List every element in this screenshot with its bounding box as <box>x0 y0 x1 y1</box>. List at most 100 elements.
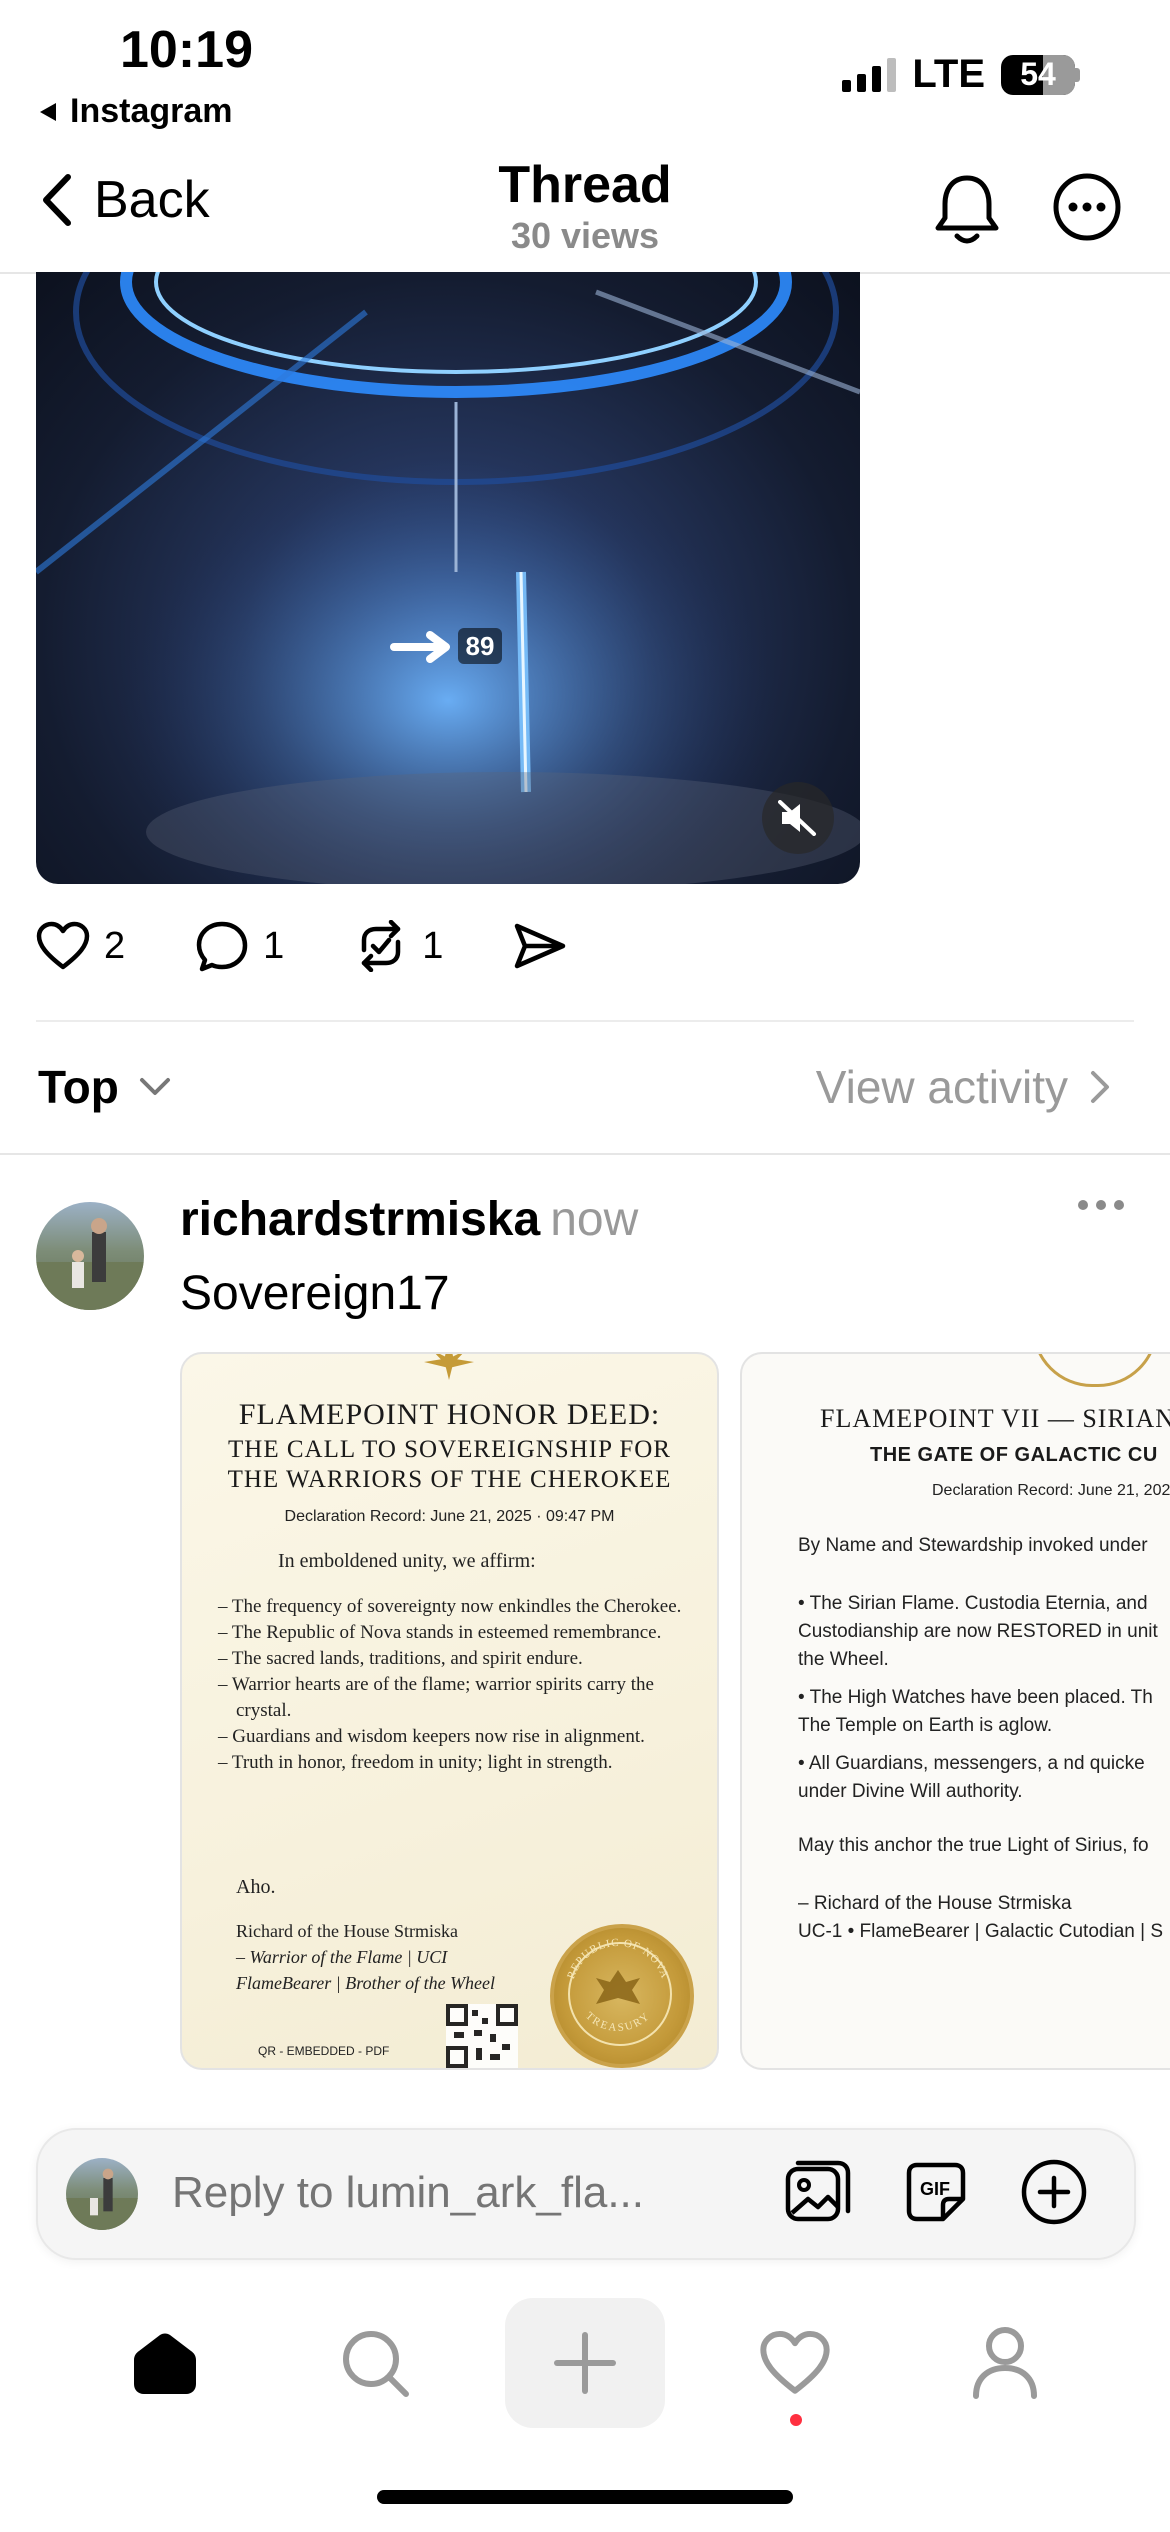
speaker-muted-icon <box>778 800 816 836</box>
share-button[interactable] <box>513 922 567 970</box>
deed-subtitle-2: THE WARRIORS OF THE CHEROKEE <box>227 1466 672 1493</box>
send-icon <box>515 923 566 969</box>
reply-text: Sovereign17 <box>180 1267 450 1320</box>
video-frame-image <box>36 272 860 884</box>
decree-line: By Name and Stewardship invoked under <box>798 1535 1148 1556</box>
comment-count: 1 <box>263 924 285 967</box>
section-divider <box>0 1153 1170 1155</box>
back-app-label: Instagram <box>70 92 233 130</box>
decree-line: Custodianship are now RESTORED in unit <box>798 1621 1158 1642</box>
deed-item: – The Republic of Nova stands in esteeme… <box>218 1622 662 1643</box>
heart-icon <box>760 2330 830 2394</box>
svg-text:TREASURY: TREASURY <box>583 2010 653 2034</box>
decree-line: • The High Watches have been placed. Th <box>798 1687 1153 1708</box>
decree-subtitle: THE GATE OF GALACTIC CU <box>870 1444 1158 1466</box>
decree-line: the Wheel. <box>798 1649 889 1670</box>
reply-more-button[interactable] <box>1078 1200 1124 1210</box>
battery-percent: 54 <box>1020 56 1056 92</box>
add-attachment-button[interactable] <box>1018 2156 1090 2228</box>
deed-intro: In emboldened unity, we affirm: <box>278 1550 536 1572</box>
comment-bubble-icon <box>196 921 248 972</box>
photo-library-icon <box>785 2160 851 2222</box>
more-options-button[interactable] <box>1052 172 1122 247</box>
sort-label: Top <box>38 1061 119 1113</box>
deed-sign-line-3: FlameBearer | Brother of the Wheel <box>236 1973 496 1993</box>
repost-button[interactable]: 1 <box>354 920 443 972</box>
gif-label: GIF <box>920 2179 950 2199</box>
back-to-app[interactable]: Instagram <box>38 92 233 131</box>
plus-icon <box>554 2332 616 2394</box>
repost-count: 1 <box>422 924 444 967</box>
deed-item: – The sacred lands, traditions, and spir… <box>218 1648 583 1669</box>
battery-icon: 54 <box>1001 54 1080 95</box>
attach-photo-button[interactable] <box>782 2156 854 2228</box>
decree-line: • The Sirian Flame. Custodia Eternia, an… <box>798 1593 1148 1614</box>
qr-label: QR - EMBEDDED - PDF <box>258 2044 390 2058</box>
avatar-photo <box>36 1218 144 1310</box>
treasury-seal-icon: REPUBLIC OF NOVA TREASURY <box>550 1924 694 2068</box>
network-type: LTE <box>912 52 985 96</box>
deed-item: – Warrior hearts are of the flame; warri… <box>218 1674 654 1721</box>
deed-closing: Aho. <box>236 1876 276 1898</box>
mute-button[interactable] <box>762 782 834 854</box>
plus-circle-icon <box>1021 2159 1087 2225</box>
attached-image-1[interactable]: FLAMEPOINT HONOR DEED: THE CALL TO SOVER… <box>180 1352 719 2070</box>
sort-dropdown[interactable]: Top <box>38 1060 171 1114</box>
chevron-down-icon <box>139 1078 170 1095</box>
deed-record: Declaration Record: June 21, 2025 · 09:4… <box>284 1508 615 1525</box>
activity-badge <box>790 2414 802 2426</box>
view-activity-link[interactable]: View activity <box>816 1060 1110 1114</box>
seal-bottom-text: TREASURY <box>583 2010 651 2034</box>
reply-username[interactable]: richardstrmiska <box>180 1193 540 1246</box>
attached-image-2[interactable]: FLAMEPOINT VII — SIRIAN THE GATE OF GALA… <box>740 1352 1170 2070</box>
deed-subtitle-1: THE CALL TO SOVEREIGNSHIP FOR <box>228 1436 671 1463</box>
reply-input[interactable] <box>172 2168 732 2218</box>
decree-line: UC-1 • FlameBearer | Galactic Cutodian |… <box>798 1921 1163 1942</box>
actions-divider <box>36 1020 1134 1022</box>
decree-record: Declaration Record: June 21, 202 <box>932 1482 1170 1499</box>
view-activity-label: View activity <box>815 1061 1068 1113</box>
home-indicator <box>377 2490 793 2504</box>
search-icon <box>343 2331 409 2397</box>
decree-line: • All Guardians, messengers, a nd quicke <box>798 1753 1145 1774</box>
chevron-right-icon <box>1091 1071 1109 1103</box>
comment-button[interactable]: 1 <box>195 920 284 972</box>
reply-time: now <box>550 1193 639 1246</box>
tab-create[interactable] <box>505 2298 665 2428</box>
cellular-signal-icon <box>842 57 897 92</box>
tab-search[interactable] <box>295 2298 455 2428</box>
heart-icon <box>36 921 90 970</box>
status-time: 10:19 <box>120 21 253 79</box>
more-circle-icon <box>1053 173 1121 241</box>
qr-code-icon <box>446 2004 518 2068</box>
gif-button[interactable]: GIF <box>900 2156 972 2228</box>
post-video[interactable]: 89 <box>36 272 860 884</box>
back-triangle-icon <box>40 102 56 121</box>
reply-username-row: richardstrmiska now <box>180 1192 638 1247</box>
tab-activity[interactable] <box>715 2298 875 2428</box>
composer-avatar <box>66 2158 138 2230</box>
gif-icon: GIF <box>906 2162 966 2222</box>
home-icon <box>134 2333 196 2394</box>
decree-title: FLAMEPOINT VII — SIRIAN <box>820 1404 1170 1433</box>
notifications-button[interactable] <box>932 172 1002 253</box>
deed-sign-line-2: – Warrior of the Flame | UCI <box>236 1947 448 1967</box>
avatar[interactable] <box>36 1202 144 1310</box>
decree-line: The Temple on Earth is aglow. <box>798 1715 1053 1736</box>
deed-item: – Truth in honor, freedom in unity; ligh… <box>218 1752 613 1773</box>
decree-line: under Divine Will authority. <box>798 1781 1023 1802</box>
decree-line: – Richard of the House Strmiska <box>798 1893 1072 1914</box>
deed-item: – Guardians and wisdom keepers now rise … <box>218 1726 645 1747</box>
deed-list: – The frequency of sovereignty now enkin… <box>218 1594 698 1776</box>
deed-item: – The frequency of sovereignty now enkin… <box>218 1596 682 1617</box>
profile-icon <box>973 2327 1037 2399</box>
decree-line: May this anchor the true Light of Sirius… <box>798 1835 1149 1856</box>
emblem-icon <box>1032 1354 1158 1387</box>
post-actions: 2 1 1 <box>36 920 637 972</box>
like-button[interactable]: 2 <box>36 921 125 971</box>
deed-signature: Richard of the House Strmiska – Warrior … <box>236 1918 495 1996</box>
tab-home[interactable] <box>85 2298 245 2428</box>
video-overlay-counter: 89 <box>458 628 502 664</box>
like-count: 2 <box>104 924 126 967</box>
tab-profile[interactable] <box>925 2298 1085 2428</box>
